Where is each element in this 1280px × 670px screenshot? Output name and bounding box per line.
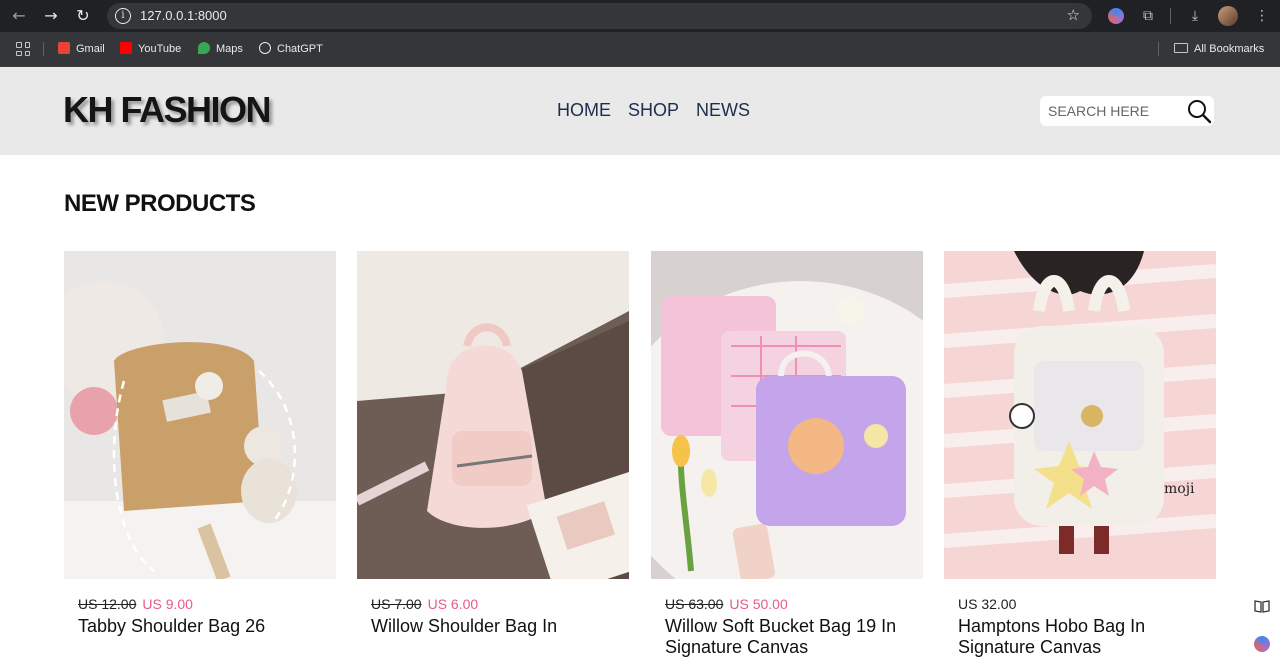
nav-home[interactable]: HOME <box>557 100 611 121</box>
product-image[interactable] <box>64 251 336 579</box>
bookmark-chatgpt[interactable]: ChatGPT <box>259 41 323 57</box>
bookmark-label: YouTube <box>138 43 182 55</box>
back-icon[interactable]: ← <box>8 5 30 27</box>
old-price: US 63.00 <box>665 596 724 612</box>
address-url[interactable]: 127.0.0.1:8000 <box>140 8 227 23</box>
product-card[interactable]: US 63.00 US 50.00 Willow Soft Bucket Bag … <box>651 251 923 658</box>
bookmarks-bar <box>0 32 1280 67</box>
gmail-icon <box>58 42 70 54</box>
price-row: US 7.00 US 6.00 <box>371 596 629 612</box>
bookmark-label: ChatGPT <box>277 43 323 55</box>
forward-icon[interactable]: → <box>40 5 62 27</box>
product-image[interactable] <box>651 251 923 579</box>
old-price: US 7.00 <box>371 596 422 612</box>
bookmark-youtube[interactable]: YouTube <box>120 41 181 57</box>
sale-price: US 50.00 <box>729 596 788 612</box>
all-bookmarks[interactable]: All Bookmarks <box>1174 41 1264 57</box>
search-box <box>1040 96 1214 126</box>
gemini-icon[interactable] <box>1106 6 1126 26</box>
extensions-icon[interactable]: ⧉ <box>1138 6 1158 26</box>
product-card[interactable]: US 7.00 US 6.00 Willow Shoulder Bag In <box>357 251 629 637</box>
product-name[interactable]: Willow Soft Bucket Bag 19 In Signature C… <box>665 616 915 658</box>
price-row: US 63.00 US 50.00 <box>665 596 923 612</box>
bookmark-label: Maps <box>216 43 243 55</box>
chatgpt-icon <box>259 42 271 54</box>
folder-icon <box>1174 43 1188 53</box>
svg-text:moji: moji <box>1164 481 1195 497</box>
product-card[interactable]: moji US 32.00 Hamptons Hobo Bag In Signa… <box>944 251 1216 658</box>
product-image[interactable] <box>357 251 629 579</box>
toolbar-divider <box>1170 8 1171 24</box>
sale-price: US 9.00 <box>142 596 193 612</box>
address-bar[interactable]: i 127.0.0.1:8000 ☆ <box>107 3 1092 29</box>
download-icon[interactable]: ⤓ <box>1185 6 1205 26</box>
product-name[interactable]: Hamptons Hobo Bag In Signature Canvas <box>958 616 1208 658</box>
bookmarks-divider <box>1158 42 1159 56</box>
browser-toolbar: ← → ↻ i 127.0.0.1:8000 ☆ ⧉ ⤓ ⋮ <box>0 0 1280 32</box>
site-info-icon[interactable]: i <box>115 8 131 24</box>
bookmark-label: Gmail <box>76 43 105 55</box>
old-price: US 12.00 <box>78 596 137 612</box>
profile-avatar[interactable] <box>1218 6 1238 26</box>
search-icon[interactable] <box>1186 98 1212 124</box>
gemini-assist-icon[interactable] <box>1254 636 1270 652</box>
all-bookmarks-label: All Bookmarks <box>1194 43 1265 55</box>
menu-icon[interactable]: ⋮ <box>1252 6 1272 26</box>
bookmark-gmail[interactable]: Gmail <box>58 41 105 57</box>
nav-shop[interactable]: SHOP <box>628 100 679 121</box>
section-title: NEW PRODUCTS <box>64 190 256 217</box>
nav-news[interactable]: NEWS <box>696 100 750 121</box>
price-row: US 32.00 <box>958 596 1216 612</box>
price: US 32.00 <box>958 596 1017 612</box>
sale-price: US 6.00 <box>427 596 479 612</box>
product-image[interactable]: moji <box>944 251 1216 579</box>
product-name[interactable]: Willow Shoulder Bag In <box>371 616 621 637</box>
bookmarks-divider <box>43 42 44 56</box>
bookmark-maps[interactable]: Maps <box>198 41 243 57</box>
maps-icon <box>198 42 210 54</box>
product-name[interactable]: Tabby Shoulder Bag 26 <box>78 616 328 637</box>
site-logo[interactable]: KH FASHION <box>63 89 272 131</box>
main-nav: HOME SHOP NEWS <box>557 100 750 121</box>
bookmark-star-icon[interactable]: ☆ <box>1067 6 1080 24</box>
product-card[interactable]: US 12.00 US 9.00 Tabby Shoulder Bag 26 <box>64 251 336 637</box>
youtube-icon <box>120 42 132 54</box>
reload-icon[interactable]: ↻ <box>72 5 94 27</box>
price-row: US 12.00 US 9.00 <box>78 596 336 612</box>
site-header: KH FASHION HOME SHOP NEWS <box>0 67 1280 155</box>
search-input[interactable] <box>1048 101 1178 121</box>
apps-grid-icon[interactable] <box>16 42 30 56</box>
reading-mode-icon[interactable] <box>1254 598 1270 614</box>
